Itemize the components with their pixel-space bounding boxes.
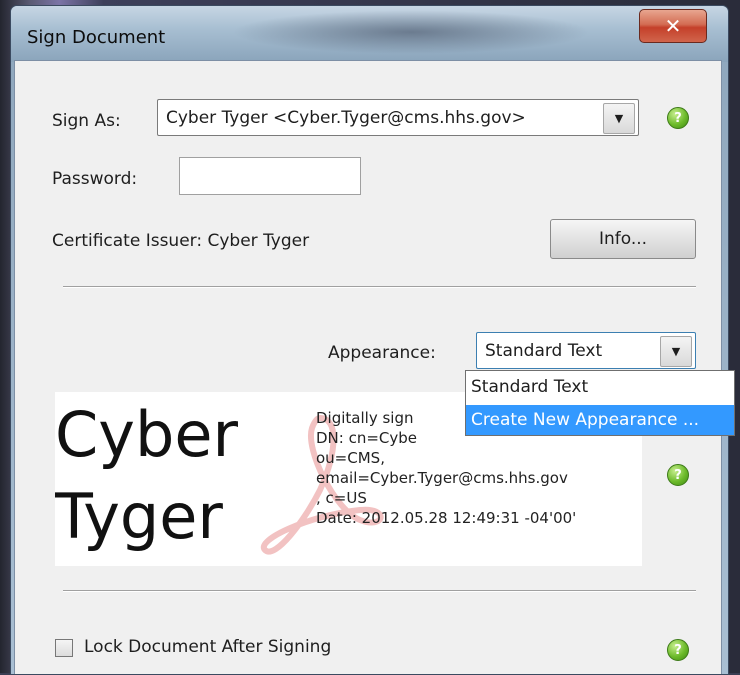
- dialog-body: Sign As: Cyber Tyger <Cyber.Tyger@cms.hh…: [14, 60, 722, 674]
- appearance-option-create-new[interactable]: Create New Appearance ...: [466, 405, 734, 435]
- sign-as-label: Sign As:: [52, 111, 121, 131]
- dialog-title: Sign Document: [27, 27, 166, 48]
- info-button-label: Info...: [598, 229, 648, 249]
- help-icon[interactable]: ?: [667, 107, 689, 129]
- sign-document-dialog: Sign Document ✕ Sign As: Cyber Tyger <Cy…: [10, 5, 729, 675]
- separator: [63, 590, 696, 592]
- lock-document-label: Lock Document After Signing: [84, 637, 332, 657]
- appearance-dropdown-list: Standard Text Create New Appearance ...: [465, 370, 735, 436]
- separator: [63, 286, 696, 288]
- appearance-label: Appearance:: [328, 343, 436, 363]
- chevron-down-icon[interactable]: ▼: [660, 336, 692, 367]
- close-button[interactable]: ✕: [639, 9, 707, 43]
- close-icon: ✕: [664, 14, 682, 38]
- appearance-select[interactable]: Standard Text ▼: [476, 332, 696, 369]
- appearance-value: Standard Text: [485, 341, 603, 361]
- signature-name-line2: Tyger: [55, 480, 223, 553]
- signature-detail-line: ou=CMS,: [316, 449, 385, 467]
- chevron-down-icon[interactable]: ▼: [603, 103, 635, 134]
- title-bar-sheen: [231, 10, 591, 54]
- lock-document-checkbox[interactable]: [55, 639, 73, 657]
- password-field[interactable]: [179, 157, 361, 195]
- info-button[interactable]: Info...: [550, 219, 696, 259]
- password-label: Password:: [52, 169, 138, 189]
- signature-detail-line: , c=US: [316, 489, 367, 507]
- help-icon[interactable]: ?: [667, 464, 689, 486]
- title-bar: Sign Document ✕: [11, 6, 728, 62]
- help-icon[interactable]: ?: [667, 639, 689, 661]
- signature-detail-line: email=Cyber.Tyger@cms.hhs.gov: [316, 469, 568, 487]
- certificate-issuer-text: Certificate Issuer: Cyber Tyger: [52, 231, 310, 251]
- sign-as-value: Cyber Tyger <Cyber.Tyger@cms.hhs.gov>: [166, 108, 526, 128]
- appearance-option-standard-text[interactable]: Standard Text: [466, 372, 734, 402]
- signature-detail-line: Date: 2012.05.28 12:49:31 -04'00': [316, 509, 577, 527]
- sign-as-select[interactable]: Cyber Tyger <Cyber.Tyger@cms.hhs.gov> ▼: [157, 99, 639, 136]
- signature-name-line1: Cyber: [55, 398, 238, 471]
